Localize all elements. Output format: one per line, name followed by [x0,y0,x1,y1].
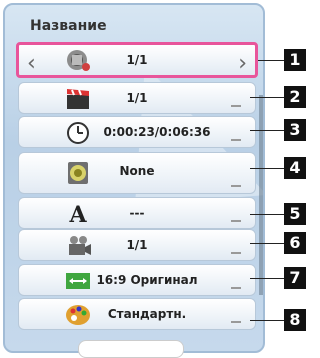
row-value: None [119,164,155,178]
menu-row-subtitle[interactable]: A --- [18,197,256,229]
callout-leader [250,97,284,98]
callout-leader [250,130,284,131]
menu-row-picture-mode[interactable]: Стандартн. [18,298,256,330]
menu-row-audio[interactable]: None [18,152,256,194]
callout-1: 1 [284,49,306,71]
row-underline [231,185,241,187]
row-underline [231,220,241,222]
callout-leader [250,243,284,244]
callout-leader [250,214,284,215]
row-underline [231,321,241,323]
callout-6: 6 [284,232,306,254]
callout-8: 8 [284,309,306,331]
row-value: 1/1 [126,53,148,67]
row-value: --- [129,206,145,220]
callout-leader [250,278,284,279]
row-value: 16:9 Оригинал [96,273,198,287]
menu-row-aspect[interactable]: 16:9 Оригинал [18,264,256,296]
bottom-tab [78,340,184,358]
callout-leader [258,60,284,61]
callout-4: 4 [284,157,306,179]
row-value: 1/1 [126,238,148,252]
callout-3: 3 [284,119,306,141]
row-underline [231,252,241,254]
row-value: 1/1 [126,91,148,105]
callout-2: 2 [284,86,306,108]
menu-row-camera[interactable]: 1/1 [18,229,256,261]
callout-leader [250,320,284,321]
row-underline [231,287,241,289]
callout-5: 5 [284,203,306,225]
menu-row-angle[interactable]: ‹ 1/1 › [16,42,258,78]
row-underline [231,139,241,141]
callout-leader [250,168,284,169]
menu-title: Название [30,18,107,34]
chevron-right-icon[interactable]: › [238,51,247,76]
menu-row-chapter[interactable]: 1/1 [18,82,256,114]
row-underline [231,105,241,107]
row-value: 0:00:23/0:06:36 [103,125,211,139]
callout-7: 7 [284,267,306,289]
row-value: Стандартн. [107,307,187,321]
menu-row-time[interactable]: 0:00:23/0:06:36 [18,116,256,148]
